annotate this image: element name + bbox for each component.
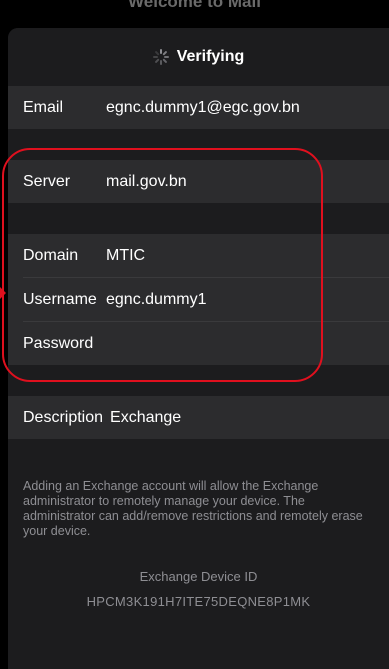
email-label: Email — [23, 98, 64, 116]
activity-spinner-icon — [152, 49, 169, 65]
account-sheet: Verifying Email egnc.dummy1@egc.gov.bn S… — [8, 28, 389, 669]
username-field[interactable]: egnc.dummy1 — [106, 291, 207, 309]
section-gap — [8, 129, 389, 160]
exchange-info-text: Adding an Exchange account will allow th… — [23, 479, 363, 538]
username-label: Username — [23, 290, 97, 308]
description-field[interactable]: Exchange — [110, 409, 181, 427]
device-id-label: Exchange Device ID — [139, 569, 258, 584]
device-id-value: HPCM3K191H7ITE75DEQNE8P1MK — [86, 594, 311, 609]
section-gap — [8, 203, 389, 234]
background-screen-title: Welcome to Mail — [128, 0, 261, 11]
description-label: Description — [23, 408, 104, 426]
screen: Welcome to Mail Verifying Email egnc.dum… — [0, 0, 389, 669]
section-gap — [8, 365, 389, 396]
section-gap — [8, 439, 389, 479]
section-gap — [8, 539, 389, 569]
annotation-arrow-icon — [0, 287, 6, 299]
password-row[interactable]: Password — [8, 322, 389, 365]
navigation-bar: Verifying — [8, 28, 389, 86]
email-row[interactable]: Email egnc.dummy1@egc.gov.bn — [8, 86, 389, 129]
server-label: Server — [23, 172, 71, 190]
domain-row[interactable]: Domain MTIC — [8, 234, 389, 277]
domain-label: Domain — [23, 246, 79, 264]
domain-field[interactable]: MTIC — [106, 247, 145, 265]
section-gap — [8, 584, 389, 594]
server-field[interactable]: mail.gov.bn — [106, 173, 187, 191]
description-row[interactable]: Description Exchange — [8, 396, 389, 439]
nav-title: Verifying — [176, 48, 245, 65]
email-field[interactable]: egnc.dummy1@egc.gov.bn — [106, 99, 300, 117]
password-label: Password — [23, 334, 94, 352]
username-row[interactable]: Username egnc.dummy1 — [8, 278, 389, 321]
server-row[interactable]: Server mail.gov.bn — [8, 160, 389, 203]
